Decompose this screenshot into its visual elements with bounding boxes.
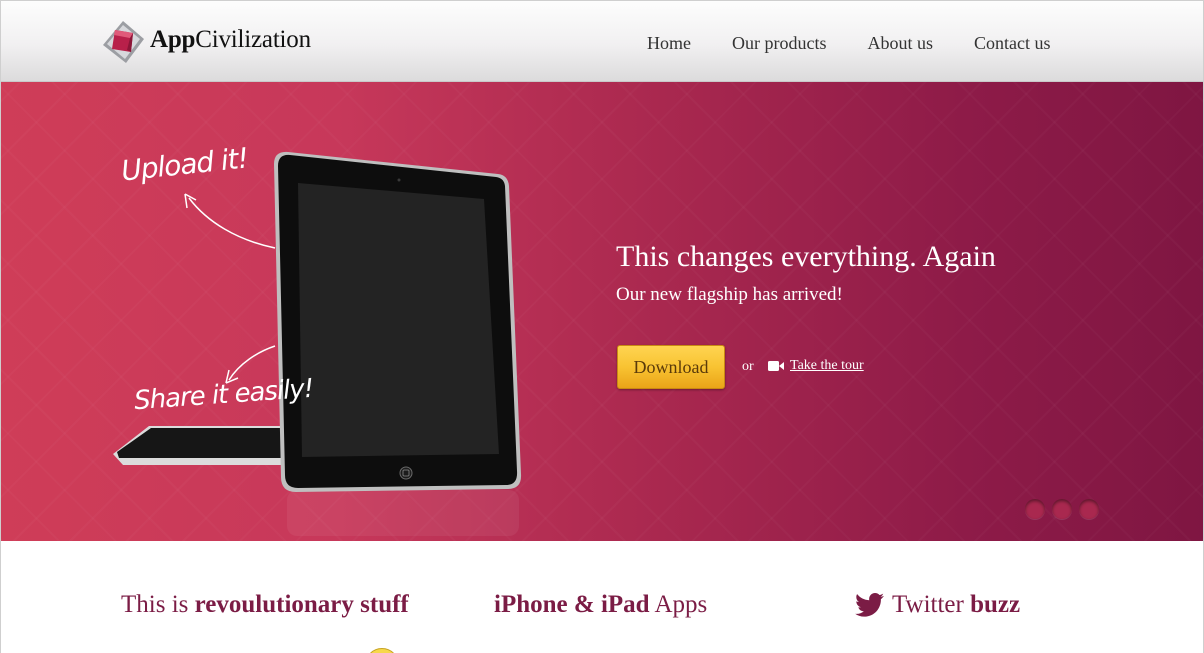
page-frame: AppCivilization Home Our products About … (0, 0, 1204, 653)
hero-title: This changes everything. Again (616, 240, 996, 273)
logo-text: AppCivilization (150, 26, 311, 53)
feature-heading-apps: iPhone & iPad Apps (494, 591, 708, 618)
nav-home[interactable]: Home (647, 33, 691, 54)
take-the-tour-label: Take the tour (790, 358, 864, 373)
slider-dot[interactable] (1025, 499, 1045, 519)
slider-dots (1025, 499, 1106, 519)
upload-arrow (188, 197, 276, 249)
slider-dot[interactable] (1079, 499, 1099, 519)
main-nav: Home Our products About us Contact us (647, 33, 1092, 54)
ipad-home-button (399, 466, 413, 480)
logo-cube-icon (103, 21, 144, 63)
feature-heading-twitter: Twitter buzz (855, 591, 1020, 619)
nav-our-products[interactable]: Our products (732, 33, 826, 54)
logo-link[interactable]: AppCivilization (100, 19, 311, 65)
ipad-screen (298, 183, 499, 457)
slider-dot[interactable] (1052, 499, 1072, 519)
site-header: AppCivilization Home Our products About … (1, 1, 1203, 82)
nav-contact-us[interactable]: Contact us (974, 33, 1051, 54)
nav-about-us[interactable]: About us (867, 33, 933, 54)
partial-badge-icon (365, 648, 399, 653)
twitter-bird-icon (855, 593, 884, 617)
hero-subtitle: Our new flagship has arrived! (616, 284, 843, 305)
share-arrow (228, 345, 276, 381)
video-camera-icon (768, 361, 784, 371)
or-text: or (742, 359, 754, 374)
download-button[interactable]: Download (617, 345, 725, 389)
take-the-tour-link[interactable]: Take the tour (768, 358, 864, 374)
ipad-illustration (113, 151, 522, 536)
hero-banner: Upload it! Share it easily! This changes… (1, 82, 1203, 541)
feature-heading-revolutionary: This is revoulutionary stuff (121, 591, 409, 618)
